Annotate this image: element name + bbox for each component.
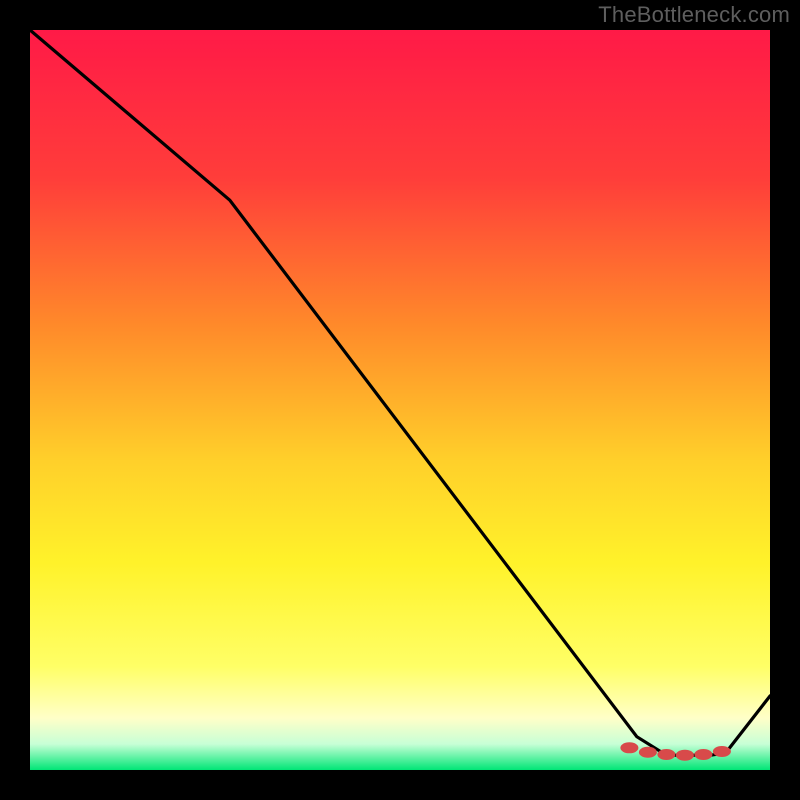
marker-dot: [639, 747, 657, 758]
chart-stage: TheBottleneck.com: [0, 0, 800, 800]
marker-dot: [713, 746, 731, 757]
marker-dot: [676, 750, 694, 761]
marker-dot: [620, 742, 638, 753]
chart-svg: [30, 30, 770, 770]
plot-area: [30, 30, 770, 770]
marker-dot: [694, 749, 712, 760]
marker-dot: [657, 749, 675, 760]
watermark-text: TheBottleneck.com: [598, 2, 790, 28]
gradient-background: [30, 30, 770, 770]
